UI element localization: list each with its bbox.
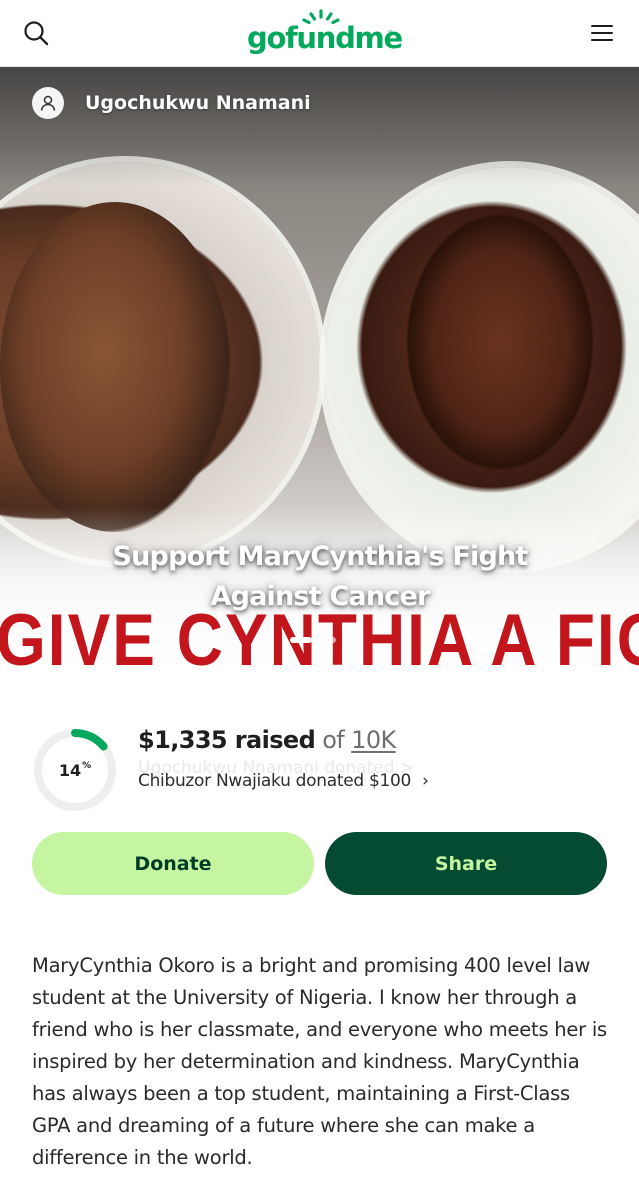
- gofundme-logo[interactable]: gofundme ™: [247, 9, 403, 57]
- recent-donation-text: Chibuzor Nwajiaku donated $100: [138, 771, 412, 791]
- progress-percent: 14%: [32, 727, 118, 813]
- carousel-dot[interactable]: [330, 637, 336, 643]
- carousel-dot[interactable]: [318, 637, 324, 643]
- goal-amount[interactable]: 10K: [351, 726, 396, 754]
- campaign-title: Support MaryCynthia's Fight Against Canc…: [112, 541, 528, 612]
- progress-percent-value: 14: [58, 760, 82, 780]
- story-paragraph: MaryCynthia Okoro is a bright and promis…: [32, 954, 607, 1169]
- percent-sign: %: [82, 761, 92, 771]
- carousel-indicator[interactable]: [290, 637, 336, 643]
- raised-of-label: of: [322, 726, 345, 754]
- amount-raised: $1,335 raised of 10K: [138, 726, 396, 754]
- share-button[interactable]: Share: [325, 832, 607, 895]
- donate-button[interactable]: Donate: [32, 832, 314, 895]
- top-navigation-bar: gofundme ™: [0, 0, 639, 67]
- hamburger-menu-icon[interactable]: [584, 15, 620, 51]
- campaign-hero-image[interactable]: Ugochukwu Nnamani GIVE CYNTHIA A FIGHTIN…: [0, 67, 639, 687]
- raised-amount: $1,335 raised: [138, 726, 316, 754]
- recent-donation-link[interactable]: Chibuzor Nwajiaku donated $100 ›: [138, 771, 429, 791]
- user-avatar-icon: [32, 87, 64, 119]
- hero-top-shade: [0, 67, 639, 187]
- organizer-info[interactable]: Ugochukwu Nnamani: [32, 87, 311, 119]
- campaign-story: MaryCynthia Okoro is a bright and promis…: [32, 950, 612, 1174]
- chevron-right-icon: ›: [422, 771, 429, 791]
- logo-wordmark: gofundme: [247, 21, 403, 55]
- search-icon[interactable]: [18, 15, 54, 51]
- logo-trademark: ™: [387, 30, 393, 37]
- organizer-name: Ugochukwu Nnamani: [85, 92, 311, 114]
- carousel-dot[interactable]: [290, 637, 312, 643]
